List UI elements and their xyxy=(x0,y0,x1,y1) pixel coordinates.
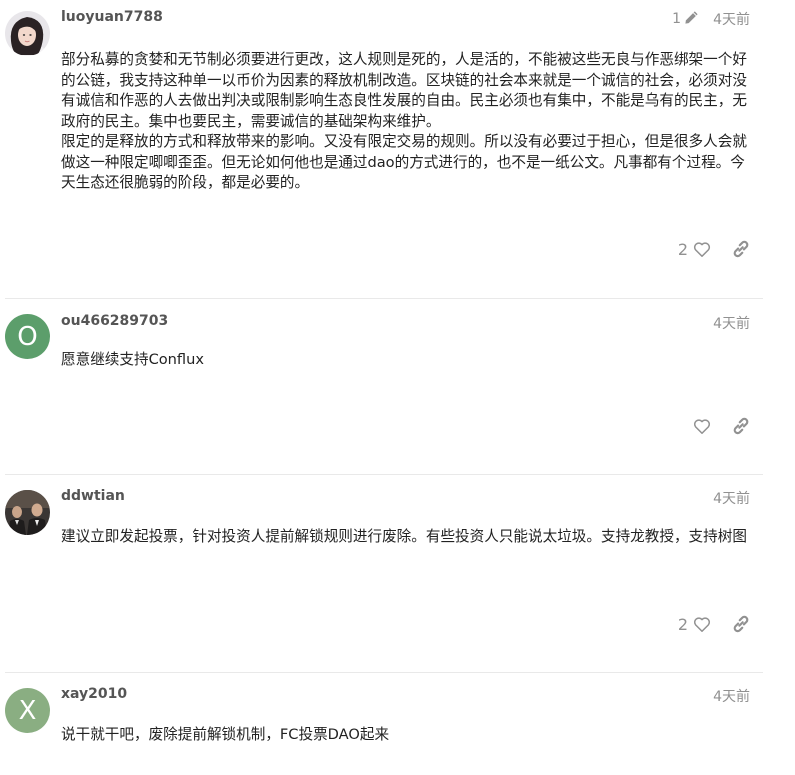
heart-icon[interactable] xyxy=(693,616,711,633)
heart-icon[interactable] xyxy=(693,241,711,258)
username[interactable]: luoyuan7788 xyxy=(61,9,163,25)
post-paragraph: 说干就干吧，废除提前解锁机制，FC投票DAO起来 xyxy=(61,726,390,743)
username[interactable]: ou466289703 xyxy=(61,313,168,329)
pencil-icon xyxy=(684,10,699,29)
post-date[interactable]: 4天前 xyxy=(713,9,750,29)
link-icon[interactable] xyxy=(731,239,751,259)
link-icon[interactable] xyxy=(731,416,751,436)
avatar[interactable] xyxy=(5,11,50,56)
post-divider xyxy=(5,672,763,673)
post-body: 部分私募的贪婪和无节制必须要进行更改，这人规则是死的，人是活的，不能被这些无良与… xyxy=(61,50,753,194)
post-date[interactable]: 4天前 xyxy=(713,686,750,706)
avatar-letter: O xyxy=(17,321,38,352)
edit-history-button[interactable]: 1 xyxy=(672,10,699,29)
post-body: 愿意继续支持Conflux xyxy=(61,350,753,371)
post-body: 说干就干吧，废除提前解锁机制，FC投票DAO起来 xyxy=(61,725,753,746)
post-paragraph: 限定的是释放的方式和释放带来的影响。又没有限定交易的规则。所以没有必要过于担心，… xyxy=(61,133,747,191)
avatar[interactable] xyxy=(5,490,50,535)
post-paragraph: 部分私募的贪婪和无节制必须要进行更改，这人规则是死的，人是活的，不能被这些无良与… xyxy=(61,51,747,130)
like-group: 2 xyxy=(678,240,711,259)
like-count[interactable]: 2 xyxy=(678,240,688,259)
post-body: 建议立即发起投票，针对投资人提前解锁规则进行废除。有些投资人只能说太垃圾。支持龙… xyxy=(61,527,753,548)
post-actions xyxy=(693,416,751,436)
like-group: 2 xyxy=(678,615,711,634)
post-date[interactable]: 4天前 xyxy=(713,488,750,508)
username[interactable]: ddwtian xyxy=(61,488,125,504)
avatar-letter: X xyxy=(18,695,37,726)
post-divider xyxy=(5,474,763,475)
link-icon[interactable] xyxy=(731,614,751,634)
heart-icon[interactable] xyxy=(693,418,711,435)
post-actions: 2 xyxy=(678,239,751,259)
avatar[interactable]: X xyxy=(5,688,50,733)
post-divider xyxy=(5,298,763,299)
post-meta: 4天前 xyxy=(713,686,750,706)
post-meta: 1 4天前 xyxy=(672,9,750,29)
post-paragraph: 愿意继续支持Conflux xyxy=(61,351,205,368)
post-date[interactable]: 4天前 xyxy=(713,313,750,333)
like-count[interactable]: 2 xyxy=(678,615,688,634)
post-meta: 4天前 xyxy=(713,313,750,333)
edit-count: 1 xyxy=(672,11,682,27)
avatar[interactable]: O xyxy=(5,314,50,359)
username[interactable]: xay2010 xyxy=(61,686,127,702)
post-paragraph: 建议立即发起投票，针对投资人提前解锁规则进行废除。有些投资人只能说太垃圾。支持龙… xyxy=(61,528,747,545)
post-actions: 2 xyxy=(678,614,751,634)
post-meta: 4天前 xyxy=(713,488,750,508)
